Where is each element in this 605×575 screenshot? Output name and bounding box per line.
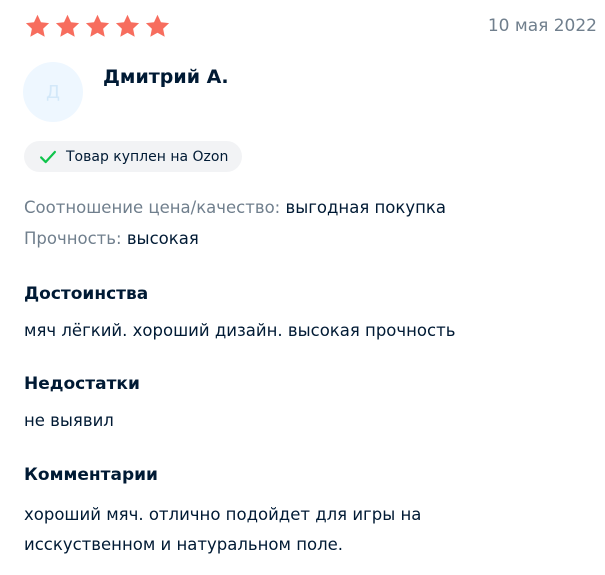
attribute-value: высокая <box>126 229 199 248</box>
verified-label: Товар куплен на Ozon <box>66 148 229 165</box>
section-text-comments: хороший мяч. отлично подойдет для игры н… <box>24 505 422 554</box>
star-icon <box>114 13 141 40</box>
star-icon <box>54 13 81 40</box>
star-icon <box>24 13 51 40</box>
star-icon <box>144 13 171 40</box>
section-title-cons: Недостатки <box>24 374 140 394</box>
avatar-initial: Д <box>45 81 61 103</box>
rating-stars <box>24 13 171 40</box>
section-text-cons: не выявил <box>24 411 114 430</box>
attribute-price-quality: Соотношение цена/качество: выгодная поку… <box>24 198 446 217</box>
author-name[interactable]: Дмитрий А. <box>103 66 229 88</box>
section-title-pros: Достоинства <box>24 284 149 304</box>
review-date: 10 мая 2022 <box>487 16 597 36</box>
attribute-durability: Прочность: высокая <box>24 229 199 248</box>
verified-purchase-badge: Товар куплен на Ozon <box>24 141 243 172</box>
section-text-pros: мяч лёгкий. хороший дизайн. высокая проч… <box>24 321 456 340</box>
review-card: 10 мая 2022 Д Дмитрий А. Товар куплен на… <box>0 0 605 575</box>
check-icon <box>40 150 56 163</box>
attribute-value: выгодная покупка <box>285 198 446 217</box>
avatar[interactable]: Д <box>23 62 83 122</box>
star-icon <box>84 13 111 40</box>
section-title-comments: Комментарии <box>24 465 158 485</box>
attribute-label: Соотношение цена/качество: <box>24 198 281 217</box>
attribute-label: Прочность: <box>24 229 122 248</box>
